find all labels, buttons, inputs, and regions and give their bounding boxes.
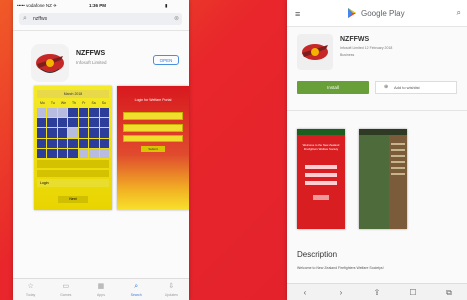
wishlist-button[interactable]: ⊕ Add to wishlist	[375, 81, 457, 94]
back-icon[interactable]: ‹	[295, 288, 315, 297]
welcome-text: Welcome to the New Zealand Firefighters …	[302, 143, 340, 151]
fire-truck-logo	[36, 54, 64, 73]
developer-name[interactable]: Infosoft Limited	[76, 60, 107, 65]
drawer-item	[391, 167, 405, 169]
bar	[37, 160, 109, 168]
updates-icon: ⇩	[168, 283, 175, 290]
weekday-label: Th	[72, 101, 77, 105]
share-icon[interactable]: ⇪	[367, 288, 387, 297]
bookmark-icon: ⊕	[384, 84, 389, 90]
forward-icon[interactable]: ›	[331, 288, 351, 297]
divider	[287, 110, 467, 111]
weekday-label: Mo	[40, 101, 45, 105]
screenshot-login[interactable]: Login for Welfare Portal Submit	[117, 86, 189, 210]
password-field	[123, 124, 183, 132]
search-icon[interactable]: ⌕	[457, 8, 461, 18]
calendar-grid	[37, 108, 109, 158]
tabs-icon[interactable]: ⧉	[439, 288, 459, 298]
tab-games[interactable]: ▭ Games	[51, 283, 81, 299]
button	[313, 195, 329, 200]
drawer-item	[391, 155, 405, 157]
star-icon: ☆	[27, 283, 34, 290]
category-label[interactable]: Business	[340, 53, 354, 57]
weekday-label: Fr	[82, 101, 86, 105]
tab-search[interactable]: ⌕ Search	[121, 283, 151, 299]
open-button[interactable]: OPEN	[153, 55, 179, 65]
weekday-label: We	[60, 101, 67, 105]
app-name: NZFFWS	[76, 50, 106, 57]
weekday-label: Tu	[50, 101, 55, 105]
screenshot-welcome[interactable]: Welcome to the New Zealand Firefighters …	[297, 129, 345, 229]
drawer-item	[391, 143, 405, 145]
tab-updates[interactable]: ⇩ Updates	[156, 283, 186, 299]
menu-icon[interactable]: ≡	[295, 9, 300, 19]
app-store-phone: ••••• vodafone NZ ✈ 1:36 PM ▮ ⌕ nzffws ⊗…	[13, 0, 189, 300]
search-bar[interactable]: ⌕ nzffws ⊗	[19, 13, 182, 25]
field	[123, 135, 183, 142]
next-button: Next	[58, 196, 88, 203]
username-field	[123, 112, 183, 120]
drawer-item	[391, 173, 405, 175]
apps-icon: ▦	[97, 283, 105, 290]
screenshot-calendar[interactable]: March 2018 Mo Tu We Th Fr Sa Su Login Ne…	[34, 86, 112, 210]
install-button[interactable]: Install	[297, 81, 369, 94]
clear-icon[interactable]: ⊗	[174, 15, 179, 22]
clock: 1:36 PM	[89, 3, 107, 8]
weekday-label: Sa	[91, 101, 96, 105]
wishlist-label: Add to wishlist	[394, 85, 420, 90]
field	[305, 165, 337, 169]
field	[305, 173, 337, 177]
search-icon: ⌕	[23, 15, 27, 22]
play-header: ≡ Google Play ⌕	[287, 0, 467, 27]
search-icon: ⌕	[134, 283, 139, 290]
app-bar	[297, 129, 345, 135]
google-play-logo	[348, 8, 356, 18]
tab-today[interactable]: ☆ Today	[16, 283, 46, 299]
search-input[interactable]: nzffws	[33, 16, 47, 22]
fire-truck-logo	[302, 44, 328, 60]
status-bar: ••••• vodafone NZ ✈ 1:36 PM ▮	[13, 0, 189, 10]
screenshot-menu[interactable]	[359, 129, 407, 229]
browser-navbar: ‹ › ⇪ ☐ ⧉	[287, 283, 467, 300]
bar	[37, 170, 109, 177]
tab-bar: ☆ Today ▭ Games ▦ Apps ⌕ Search ⇩ Updates	[13, 278, 189, 300]
carrier-label: ••••• vodafone NZ ✈	[17, 3, 57, 8]
google-play-phone: ≡ Google Play ⌕ NZFFWS Infosoft Limited …	[287, 0, 467, 300]
developer-line[interactable]: Infosoft Limited 12 February 2018	[340, 46, 455, 50]
drawer-item	[391, 149, 405, 151]
weekday-row: Mo Tu We Th Fr Sa Su	[37, 99, 109, 107]
field	[305, 181, 337, 185]
drawer-item	[391, 161, 405, 163]
submit-button: Submit	[141, 146, 165, 152]
login-title: Login for Welfare Portal	[134, 98, 172, 102]
calendar-month: March 2018	[37, 90, 109, 98]
games-icon: ▭	[62, 283, 70, 290]
login-row: Login	[37, 179, 109, 187]
divider	[13, 30, 189, 31]
bookmarks-icon[interactable]: ☐	[403, 288, 423, 297]
tab-apps[interactable]: ▦ Apps	[86, 283, 116, 299]
app-icon[interactable]	[31, 44, 69, 82]
battery-icon: ▮	[165, 3, 168, 8]
brand-name: Google Play	[361, 9, 405, 18]
weekday-label: Su	[101, 101, 106, 105]
app-name: NZFFWS	[340, 36, 370, 43]
description-text: Welcome to New Zealand Firefighters Welf…	[297, 266, 384, 270]
description-heading: Description	[297, 250, 338, 259]
app-icon[interactable]	[297, 34, 333, 70]
